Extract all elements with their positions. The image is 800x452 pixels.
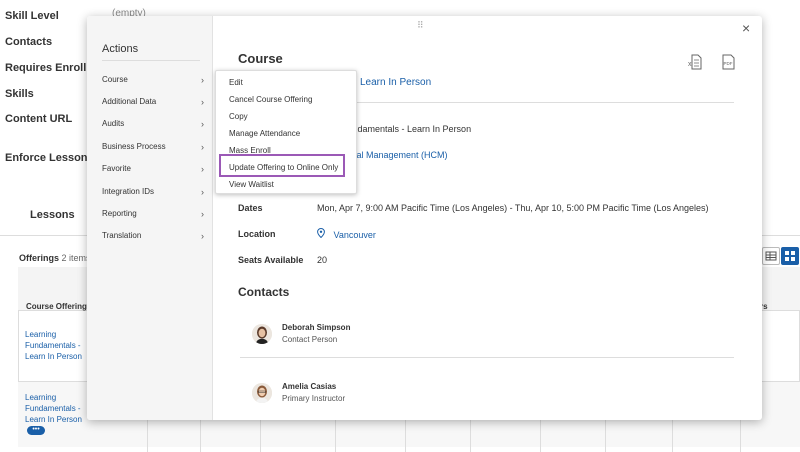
action-item-additional-data[interactable]: Additional Data › bbox=[102, 96, 207, 108]
action-item-label: Translation bbox=[102, 231, 142, 240]
location-label: Location bbox=[238, 229, 276, 239]
pdf-icon-label: PDF bbox=[724, 61, 733, 66]
submenu-item-view-waitlist[interactable]: View Waitlist bbox=[229, 180, 274, 189]
person-avatar-icon bbox=[252, 383, 272, 403]
action-item-business-process[interactable]: Business Process › bbox=[102, 141, 207, 153]
actions-divider bbox=[102, 60, 200, 61]
person-avatar-icon bbox=[252, 324, 272, 344]
action-item-integration-ids[interactable]: Integration IDs › bbox=[102, 186, 207, 198]
offerings-label: Offerings bbox=[19, 253, 60, 263]
page-title: Course bbox=[238, 51, 283, 66]
contact-name[interactable]: Amelia Casias bbox=[282, 382, 336, 391]
location-link[interactable]: Vancouver bbox=[317, 228, 376, 240]
table-column-divider bbox=[740, 417, 741, 452]
field-label-contacts: Contacts bbox=[5, 36, 53, 48]
export-to-pdf-icon[interactable]: PDF bbox=[722, 54, 735, 70]
course-offering-link[interactable]: Learn In Person bbox=[360, 77, 431, 88]
course-offering-modal: Actions Course › Additional Data › Audit… bbox=[87, 16, 762, 420]
actions-panel: Actions Course › Additional Data › Audit… bbox=[87, 16, 213, 420]
chevron-right-icon: › bbox=[201, 231, 204, 241]
avatar bbox=[252, 383, 272, 403]
offering-row-link-text[interactable]: Learning Fundamentals - Learn In Person bbox=[25, 393, 82, 424]
action-item-label: Audits bbox=[102, 119, 125, 128]
chevron-right-icon: › bbox=[201, 97, 204, 107]
action-item-translation[interactable]: Translation › bbox=[102, 230, 207, 242]
action-item-label: Business Process bbox=[102, 142, 166, 151]
submenu-item-manage-attendance[interactable]: Manage Attendance bbox=[229, 129, 300, 138]
column-header-course-offering: Course Offering bbox=[26, 302, 87, 311]
dates-label: Dates bbox=[238, 203, 263, 213]
action-item-favorite[interactable]: Favorite › bbox=[102, 163, 207, 175]
action-item-label: Reporting bbox=[102, 209, 137, 218]
offering-row-link[interactable]: Learning Fundamentals - Learn In Person … bbox=[25, 392, 91, 436]
location-value[interactable]: Vancouver bbox=[334, 230, 376, 240]
seats-value: 20 bbox=[317, 255, 328, 265]
chevron-right-icon: › bbox=[201, 164, 204, 174]
submenu-item-edit[interactable]: Edit bbox=[229, 78, 243, 87]
action-item-label: Additional Data bbox=[102, 97, 157, 106]
chevron-right-icon: › bbox=[201, 142, 204, 152]
export-to-excel-icon[interactable]: x bbox=[688, 54, 702, 70]
dates-value: Mon, Apr 7, 9:00 AM Pacific Time (Los An… bbox=[317, 203, 709, 213]
action-item-reporting[interactable]: Reporting › bbox=[102, 208, 207, 220]
table-column-divider bbox=[540, 417, 541, 452]
offering-row-link[interactable]: Learning Fundamentals - Learn In Person bbox=[25, 329, 91, 362]
map-pin-icon bbox=[317, 228, 325, 238]
close-icon[interactable]: × bbox=[742, 20, 750, 36]
action-item-audits[interactable]: Audits › bbox=[102, 118, 207, 130]
offerings-heading: Offerings 2 items bbox=[19, 253, 91, 263]
table-column-divider bbox=[470, 417, 471, 452]
contact-name[interactable]: Deborah Simpson bbox=[282, 323, 350, 332]
table-view-button[interactable] bbox=[762, 247, 780, 265]
table-column-divider bbox=[605, 417, 606, 452]
table-column-divider bbox=[147, 417, 148, 452]
table-column-divider bbox=[405, 417, 406, 452]
table-column-divider bbox=[260, 417, 261, 452]
table-column-divider bbox=[335, 417, 336, 452]
svg-text:x: x bbox=[688, 61, 692, 68]
contact-divider bbox=[240, 357, 734, 358]
chevron-right-icon: › bbox=[201, 187, 204, 197]
contact-role: Contact Person bbox=[282, 335, 338, 344]
table-column-divider bbox=[672, 417, 673, 452]
actions-title: Actions bbox=[102, 43, 139, 55]
submenu-item-copy[interactable]: Copy bbox=[229, 112, 248, 121]
field-label-content-url: Content URL bbox=[5, 113, 73, 125]
field-label-skills: Skills bbox=[5, 88, 34, 100]
action-item-course[interactable]: Course › bbox=[102, 74, 207, 86]
related-actions-button[interactable]: ••• bbox=[27, 426, 45, 436]
contacts-heading: Contacts bbox=[238, 285, 290, 299]
grid-view-icon bbox=[785, 251, 795, 261]
action-item-label: Course bbox=[102, 75, 128, 84]
submenu-item-cancel-course-offering[interactable]: Cancel Course Offering bbox=[229, 95, 312, 104]
course-category-link[interactable]: apital Management (HCM) bbox=[342, 150, 448, 160]
action-item-label: Favorite bbox=[102, 164, 131, 173]
course-name-value: Fundamentals - Learn In Person bbox=[342, 124, 472, 134]
table-column-divider bbox=[200, 417, 201, 452]
action-item-label: Integration IDs bbox=[102, 187, 155, 196]
chevron-right-icon: › bbox=[201, 75, 204, 85]
seats-label: Seats Available bbox=[238, 255, 304, 265]
field-label-skill-level: Skill Level bbox=[5, 10, 59, 22]
chevron-right-icon: › bbox=[201, 119, 204, 129]
table-view-icon bbox=[765, 251, 777, 261]
chevron-right-icon: › bbox=[201, 209, 204, 219]
avatar bbox=[252, 324, 272, 344]
grid-view-button[interactable] bbox=[781, 247, 799, 265]
drag-handle-icon[interactable]: ⠿ bbox=[417, 20, 425, 31]
tab-lessons[interactable]: Lessons bbox=[30, 209, 75, 221]
contact-role: Primary Instructor bbox=[282, 394, 346, 403]
highlight-outline bbox=[219, 154, 345, 177]
